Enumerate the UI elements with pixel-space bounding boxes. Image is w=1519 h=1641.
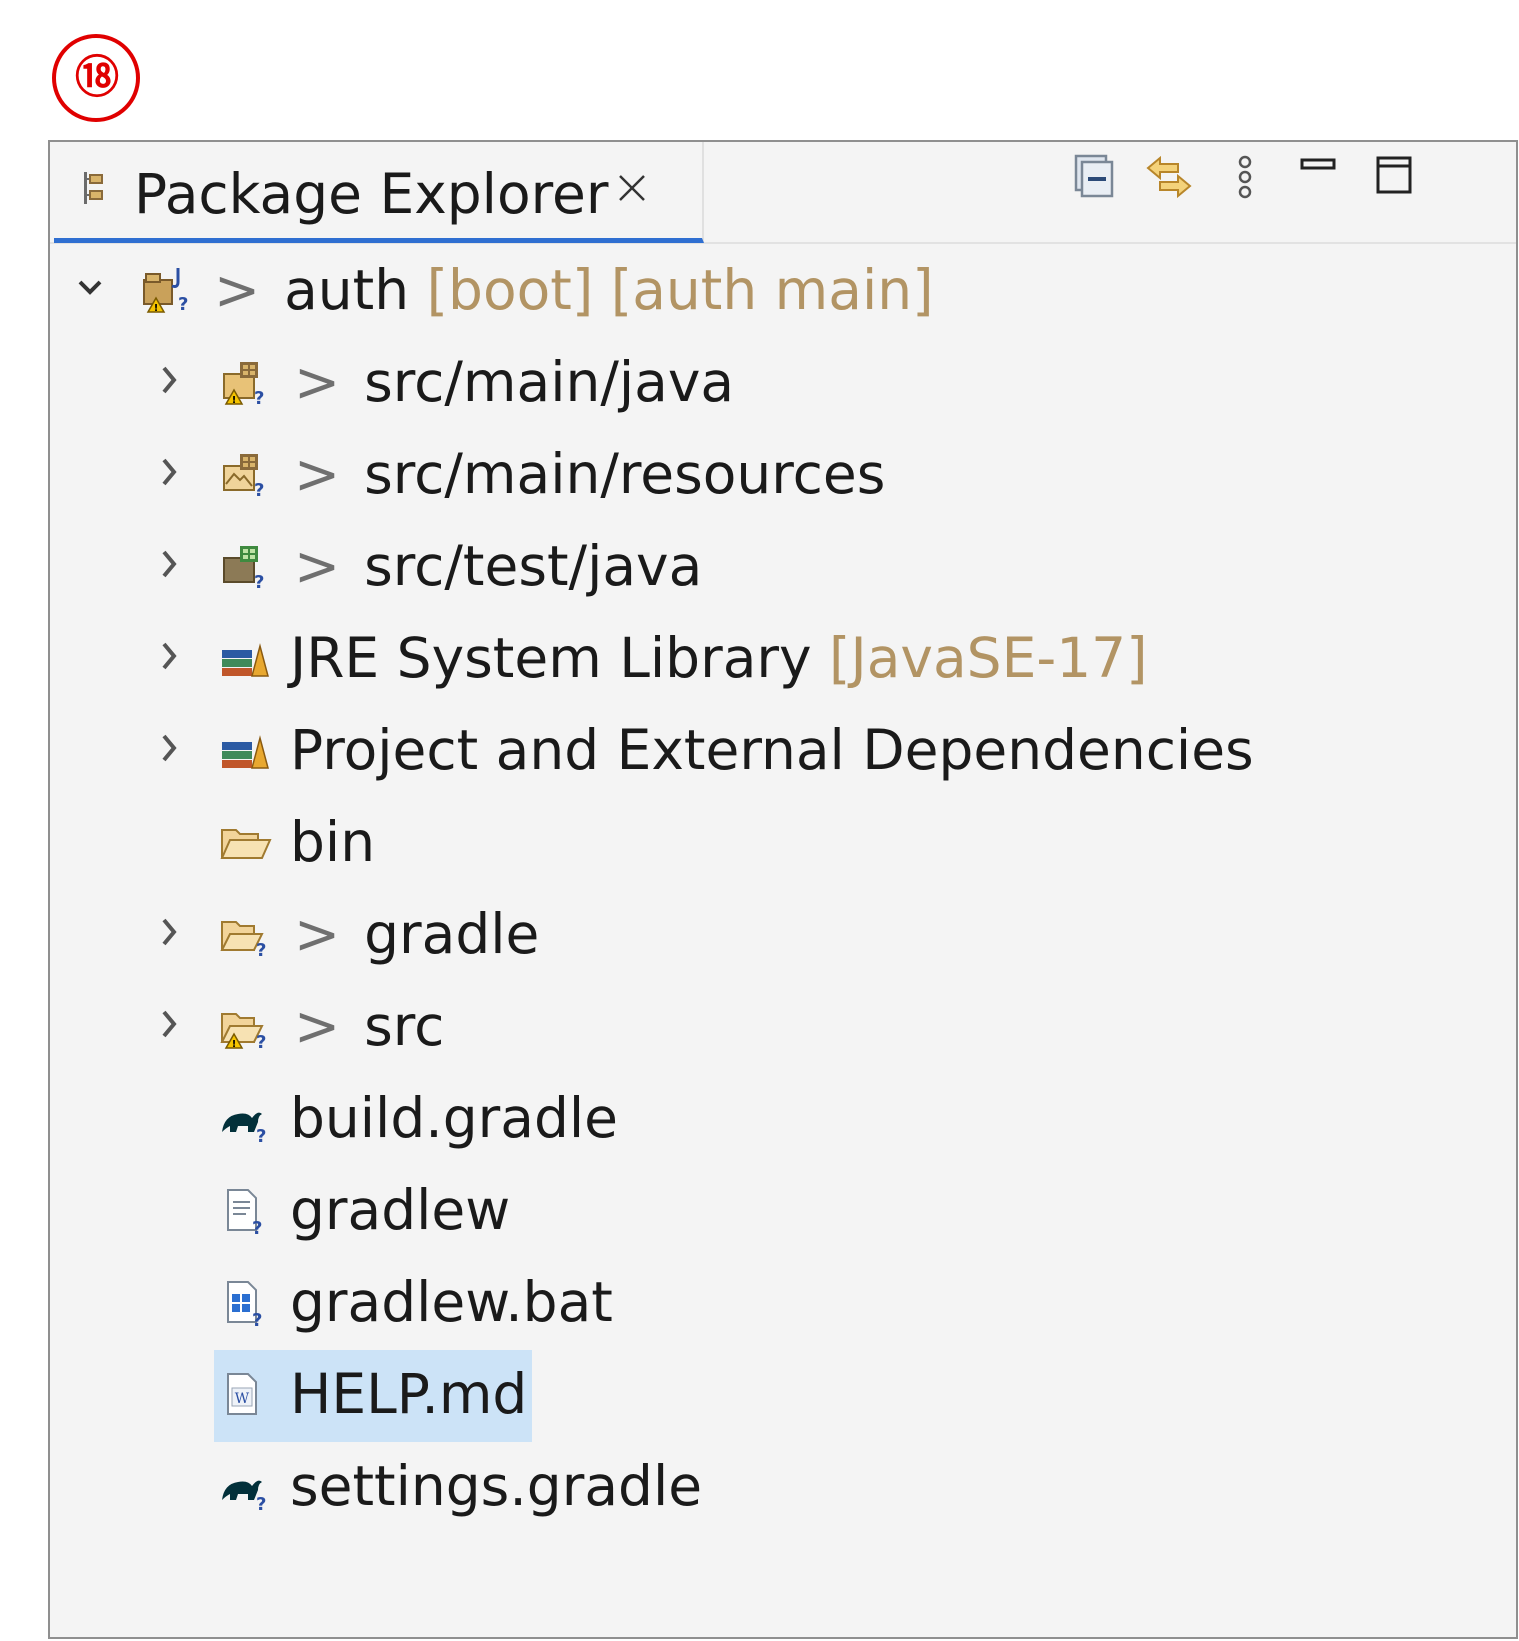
tree-item-jre-system-library[interactable]: JRE System Library [JavaSE-17] bbox=[50, 614, 1516, 706]
tree-item-project-external-dependencies[interactable]: Project and External Dependencies bbox=[50, 706, 1516, 798]
chevron-right-icon[interactable] bbox=[150, 542, 190, 586]
svg-text:!: ! bbox=[232, 395, 237, 406]
java-project-icon: ! ? bbox=[143, 268, 188, 315]
project-name: auth bbox=[284, 258, 410, 322]
tree-item-bin[interactable]: bin bbox=[50, 798, 1516, 890]
dirty-marker: > bbox=[294, 902, 341, 966]
dirty-marker: > bbox=[294, 534, 341, 598]
svg-text:?: ? bbox=[178, 294, 188, 315]
tree-item-gradlew-bat[interactable]: ? gradlew.bat bbox=[50, 1258, 1516, 1350]
node-decoration: [JavaSE-17] bbox=[829, 626, 1148, 690]
markdown-file-icon: W bbox=[227, 1373, 257, 1415]
minimize-icon[interactable] bbox=[1294, 152, 1344, 202]
link-with-editor-icon[interactable] bbox=[1144, 152, 1194, 202]
tree-item-label: > gradle bbox=[294, 898, 539, 970]
svg-text:?: ? bbox=[256, 1494, 266, 1515]
project-decoration: [boot] [auth main] bbox=[426, 258, 934, 322]
source-folder-icon: ? bbox=[223, 454, 264, 501]
folder-icon: ! ? bbox=[220, 1013, 266, 1053]
chevron-right-icon[interactable] bbox=[150, 358, 190, 402]
folder-icon: ? bbox=[220, 921, 266, 961]
tree-item-label: > src/main/resources bbox=[294, 438, 885, 510]
dirty-marker: > bbox=[294, 994, 341, 1058]
dirty-marker: > bbox=[294, 350, 341, 414]
folder-icon bbox=[220, 829, 272, 859]
maximize-icon[interactable] bbox=[1370, 152, 1420, 202]
tree-item-src-main-resources[interactable]: ? > src/main/resources bbox=[50, 430, 1516, 522]
node-name: gradlew.bat bbox=[290, 1270, 613, 1334]
node-name: gradlew bbox=[290, 1178, 511, 1242]
tree-item-build-gradle[interactable]: ? build.gradle bbox=[50, 1074, 1516, 1166]
tree-item-label: gradlew bbox=[290, 1174, 510, 1246]
library-icon bbox=[222, 735, 269, 769]
package-explorer-icon bbox=[84, 172, 103, 204]
node-name: src/main/java bbox=[364, 350, 735, 414]
svg-text:?: ? bbox=[254, 480, 264, 501]
tree-item-gradlew[interactable]: ? gradlew bbox=[50, 1166, 1516, 1258]
svg-text:!: ! bbox=[232, 1039, 237, 1050]
gradle-file-icon: ? bbox=[222, 1112, 266, 1147]
tree-item-label: > src bbox=[294, 990, 444, 1062]
tree-item-settings-gradle[interactable]: ? settings.gradle bbox=[50, 1442, 1516, 1534]
tree-item-label: HELP.md bbox=[290, 1358, 527, 1430]
source-folder-icon: ? bbox=[223, 546, 264, 593]
collapse-all-icon[interactable] bbox=[1070, 152, 1120, 202]
tree-item-label: settings.gradle bbox=[290, 1450, 702, 1522]
library-icon bbox=[222, 643, 269, 677]
chevron-right-icon[interactable] bbox=[150, 1002, 190, 1046]
close-icon[interactable] bbox=[614, 170, 650, 206]
source-folder-icon: ! ? bbox=[223, 362, 264, 409]
node-name: settings.gradle bbox=[290, 1454, 703, 1518]
node-name: src/main/resources bbox=[364, 442, 886, 506]
svg-text:?: ? bbox=[256, 940, 266, 961]
node-name: gradle bbox=[364, 902, 540, 966]
chevron-right-icon[interactable] bbox=[150, 726, 190, 770]
svg-text:?: ? bbox=[252, 1310, 262, 1331]
svg-text:W: W bbox=[235, 1391, 250, 1407]
view-tab-bar: Package Explorer bbox=[50, 142, 1516, 244]
tree-item-label: > src/test/java bbox=[294, 530, 702, 602]
step-number-badge: ⑱ bbox=[52, 34, 140, 122]
package-explorer-view: Package Explorer ! ? > auth [boot] [auth… bbox=[48, 140, 1518, 1639]
chevron-right-icon[interactable] bbox=[150, 634, 190, 678]
tree-item-label: gradlew.bat bbox=[290, 1266, 613, 1338]
node-name: bin bbox=[290, 810, 376, 874]
tree-item-src-test-java[interactable]: ? > src/test/java bbox=[50, 522, 1516, 614]
svg-text:?: ? bbox=[252, 1218, 262, 1239]
node-name: HELP.md bbox=[290, 1362, 528, 1426]
node-name: JRE System Library bbox=[290, 626, 812, 690]
tab-title: Package Explorer bbox=[134, 162, 609, 226]
chevron-right-icon[interactable] bbox=[150, 450, 190, 494]
tree-item-src-main-java[interactable]: ! ? > src/main/java bbox=[50, 338, 1516, 430]
tree-item-label: > src/main/java bbox=[294, 346, 734, 418]
dirty-marker: > bbox=[214, 258, 261, 322]
node-name: src/test/java bbox=[364, 534, 703, 598]
node-name: src bbox=[364, 994, 445, 1058]
tree-item-src-folder[interactable]: ! ? > src bbox=[50, 982, 1516, 1074]
svg-text:?: ? bbox=[256, 1032, 266, 1053]
tab-package-explorer[interactable]: Package Explorer bbox=[54, 142, 704, 243]
gradle-file-icon: ? bbox=[222, 1480, 266, 1515]
svg-text:!: ! bbox=[154, 303, 159, 314]
dirty-marker: > bbox=[294, 442, 341, 506]
tree-item-label: JRE System Library [JavaSE-17] bbox=[290, 622, 1148, 694]
tree-item-gradle-folder[interactable]: ? > gradle bbox=[50, 890, 1516, 982]
svg-text:?: ? bbox=[254, 572, 264, 593]
tree-item-label: Project and External Dependencies bbox=[290, 714, 1254, 786]
tree-item-project[interactable]: ! ? > auth [boot] [auth main] bbox=[50, 246, 1516, 338]
chevron-right-icon[interactable] bbox=[150, 910, 190, 954]
svg-text:?: ? bbox=[256, 1126, 266, 1147]
node-name: Project and External Dependencies bbox=[290, 718, 1254, 782]
batch-file-icon: ? bbox=[227, 1281, 262, 1331]
tree-item-label: build.gradle bbox=[290, 1082, 618, 1154]
node-name: build.gradle bbox=[290, 1086, 618, 1150]
tree-item-label: bin bbox=[290, 806, 375, 878]
chevron-down-icon[interactable] bbox=[70, 266, 110, 310]
tree-item-help-md[interactable]: W HELP.md bbox=[50, 1350, 1516, 1442]
view-menu-icon[interactable] bbox=[1220, 152, 1270, 202]
tree-item-label: > auth [boot] [auth main] bbox=[214, 254, 934, 326]
svg-text:?: ? bbox=[254, 388, 264, 409]
text-file-icon: ? bbox=[227, 1189, 262, 1239]
